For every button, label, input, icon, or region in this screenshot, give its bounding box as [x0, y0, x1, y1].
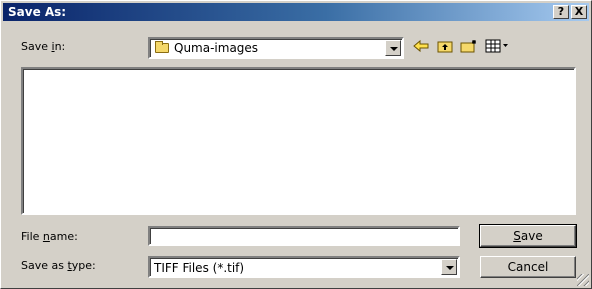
cancel-button[interactable]: Cancel	[480, 256, 576, 278]
close-button[interactable]: X	[571, 5, 587, 19]
file-list-view[interactable]	[21, 67, 576, 215]
resize-grip[interactable]	[577, 274, 589, 286]
save-in-combo[interactable]: Quma-images	[148, 37, 404, 59]
folder-icon	[155, 41, 169, 53]
save-as-dialog: Save As: ? X Save in: Quma-images File n…	[0, 0, 592, 289]
file-name-input[interactable]	[148, 226, 460, 246]
save-as-type-label: Save as type:	[21, 259, 96, 272]
up-folder-icon[interactable]	[435, 39, 455, 57]
view-menu-icon[interactable]	[485, 39, 511, 57]
back-arrow-icon[interactable]	[411, 39, 431, 57]
save-as-type-dropdown-button[interactable]	[441, 259, 457, 275]
file-name-label: File name:	[21, 230, 78, 243]
save-in-label: Save in:	[21, 40, 66, 53]
save-as-type-combo[interactable]: TIFF Files (*.tif)	[148, 256, 460, 278]
title-bar: Save As: ? X	[3, 3, 589, 21]
save-in-dropdown-button[interactable]	[385, 40, 401, 56]
save-as-type-value: TIFF Files (*.tif)	[154, 261, 245, 275]
dialog-title: Save As:	[8, 5, 67, 19]
save-button[interactable]: Save	[479, 224, 577, 248]
help-button[interactable]: ?	[553, 5, 569, 19]
save-in-value: Quma-images	[174, 41, 259, 55]
new-folder-icon[interactable]	[459, 39, 479, 57]
